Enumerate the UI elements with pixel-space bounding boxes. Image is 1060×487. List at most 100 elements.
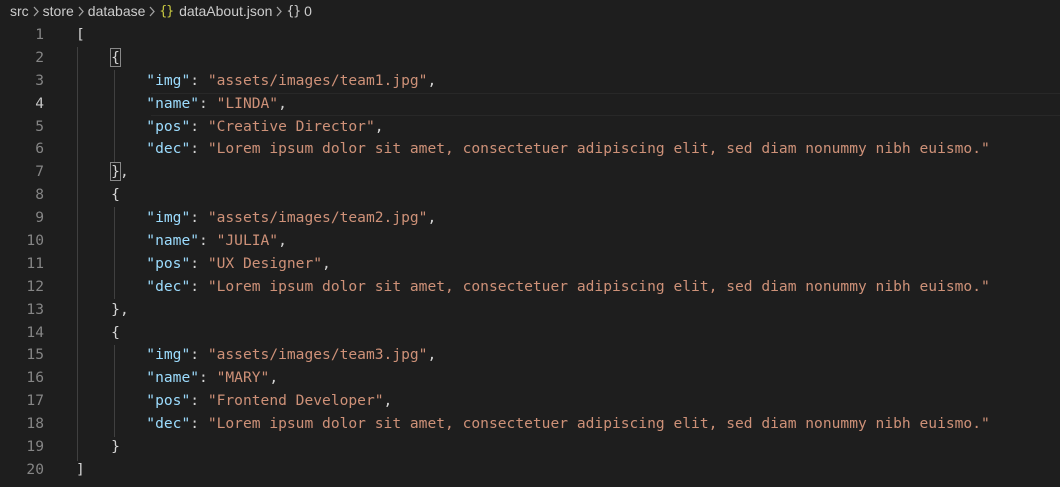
json-string: "Frontend Developer" (207, 392, 384, 410)
line-code: "pos": "Frontend Developer", (76, 390, 1060, 413)
line-code: { (76, 47, 1060, 70)
json-punctuation (76, 118, 146, 135)
json-string: "LINDA" (216, 94, 279, 112)
code-line[interactable]: 7 }, (0, 161, 1060, 184)
code-line[interactable]: 16 "name": "MARY", (0, 367, 1060, 390)
line-number: 18 (26, 415, 44, 433)
breadcrumb-item-symbol[interactable]: 0 (304, 3, 312, 19)
code-line[interactable]: 8 { (0, 184, 1060, 207)
json-punctuation (76, 49, 111, 66)
json-punctuation (76, 415, 146, 432)
line-number: 6 (35, 140, 44, 158)
line-code: ] (76, 459, 1060, 482)
json-punctuation (76, 324, 111, 341)
breadcrumb-item-file[interactable]: dataAbout.json (179, 3, 272, 19)
json-punctuation (76, 232, 146, 249)
line-number: 15 (26, 346, 44, 364)
code-line[interactable]: 5 "pos": "Creative Director", (0, 116, 1060, 139)
json-punctuation: , (427, 71, 437, 89)
code-line[interactable]: 2 { (0, 47, 1060, 70)
breadcrumb: src store database {} dataAbout.json {} … (0, 0, 1060, 22)
json-punctuation: , (383, 392, 393, 410)
json-key: "dec" (146, 277, 191, 295)
line-code: [ (76, 24, 1060, 47)
line-number: 17 (26, 392, 44, 410)
json-punctuation: : (190, 415, 208, 433)
line-number: 3 (35, 71, 44, 89)
json-punctuation (76, 392, 146, 409)
json-punctuation: { (111, 186, 120, 204)
line-number: 9 (35, 209, 44, 227)
breadcrumb-item-database[interactable]: database (88, 3, 146, 19)
line-number: 1 (35, 26, 44, 43)
json-punctuation: , (119, 300, 129, 318)
line-code: }, (76, 161, 1060, 184)
json-punctuation: : (190, 117, 208, 135)
json-key: "dec" (146, 140, 191, 158)
json-key: "name" (146, 94, 200, 112)
code-line[interactable]: 3 "img": "assets/images/team1.jpg", (0, 70, 1060, 93)
json-string: "assets/images/team1.jpg" (207, 71, 428, 89)
json-punctuation (76, 438, 111, 455)
line-code: "name": "MARY", (76, 367, 1060, 390)
code-line[interactable]: 1[ (0, 24, 1060, 47)
code-line[interactable]: 20] (0, 459, 1060, 482)
json-punctuation: : (190, 277, 208, 295)
json-key: "dec" (146, 415, 191, 433)
line-number: 20 (26, 460, 44, 478)
code-editor[interactable]: 1[2 {3 "img": "assets/images/team1.jpg",… (0, 24, 1060, 487)
json-key: "pos" (146, 117, 191, 135)
breadcrumb-item-src[interactable]: src (10, 3, 29, 19)
line-number: 10 (26, 232, 44, 250)
code-line[interactable]: 14 { (0, 322, 1060, 345)
json-key: "pos" (146, 392, 191, 410)
code-line[interactable]: 13 }, (0, 299, 1060, 322)
code-line[interactable]: 11 "pos": "UX Designer", (0, 253, 1060, 276)
line-number: 7 (35, 163, 44, 181)
json-punctuation: , (427, 346, 437, 364)
json-punctuation: : (199, 369, 217, 387)
json-punctuation: } (111, 438, 120, 456)
json-punctuation: , (278, 232, 287, 250)
chevron-right-icon (29, 3, 43, 19)
json-key: "img" (146, 209, 191, 227)
code-line[interactable]: 4 "name": "LINDA", (0, 92, 1060, 116)
json-punctuation: : (190, 140, 208, 158)
json-punctuation: : (190, 254, 208, 272)
json-string: "MARY" (216, 369, 270, 387)
json-punctuation (76, 301, 111, 318)
line-code: "name": "LINDA", (76, 92, 1060, 116)
line-code: }, (76, 299, 1060, 322)
code-line[interactable]: 18 "dec": "Lorem ipsum dolor sit amet, c… (0, 413, 1060, 436)
line-code: "dec": "Lorem ipsum dolor sit amet, cons… (76, 276, 1060, 299)
json-punctuation: , (322, 254, 331, 272)
json-punctuation: [ (76, 26, 85, 43)
json-string: "UX Designer" (207, 254, 323, 272)
json-punctuation: : (190, 209, 208, 227)
line-number: 19 (26, 438, 44, 456)
code-line[interactable]: 9 "img": "assets/images/team2.jpg", (0, 207, 1060, 230)
json-punctuation (76, 369, 146, 386)
json-punctuation: , (269, 369, 279, 387)
code-line[interactable]: 17 "pos": "Frontend Developer", (0, 390, 1060, 413)
code-line[interactable]: 12 "dec": "Lorem ipsum dolor sit amet, c… (0, 276, 1060, 299)
json-punctuation (76, 95, 146, 112)
json-key: "img" (146, 71, 191, 89)
line-number: 11 (26, 254, 44, 272)
json-string: "Creative Director" (207, 117, 375, 135)
code-line[interactable]: 15 "img": "assets/images/team3.jpg", (0, 344, 1060, 367)
chevron-right-icon (74, 3, 88, 19)
breadcrumb-item-store[interactable]: store (43, 3, 74, 19)
line-code: { (76, 322, 1060, 345)
json-punctuation: : (199, 94, 217, 112)
line-number: 5 (35, 117, 44, 135)
code-line[interactable]: 10 "name": "JULIA", (0, 230, 1060, 253)
json-key: "pos" (146, 254, 191, 272)
code-line[interactable]: 19 } (0, 436, 1060, 459)
json-punctuation: : (199, 232, 217, 250)
json-punctuation: : (190, 71, 208, 89)
json-punctuation: { (110, 47, 121, 67)
json-string: "Lorem ipsum dolor sit amet, consectetue… (207, 140, 990, 158)
code-line[interactable]: 6 "dec": "Lorem ipsum dolor sit amet, co… (0, 138, 1060, 161)
json-punctuation (76, 255, 146, 272)
